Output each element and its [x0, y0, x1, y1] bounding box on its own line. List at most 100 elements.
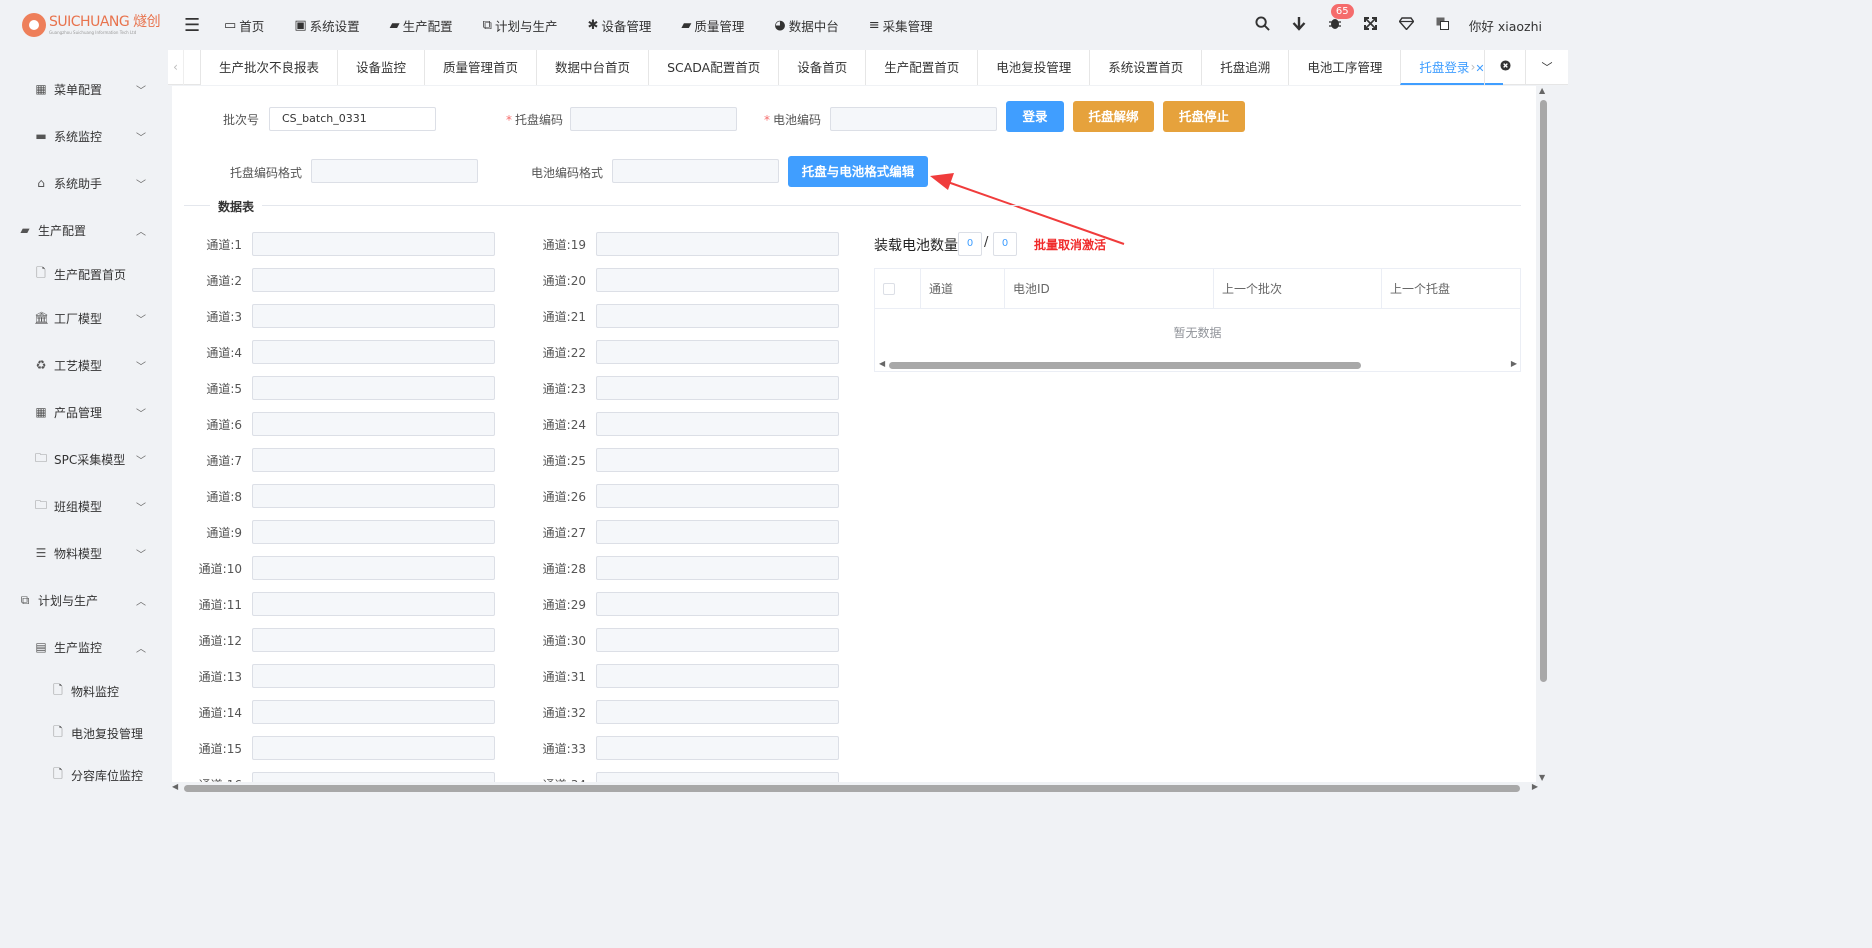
battery-format-input[interactable]: [612, 159, 779, 183]
batch-input[interactable]: CS_batch_0331: [269, 107, 436, 131]
channel-input[interactable]: [596, 700, 839, 724]
channel-input[interactable]: [252, 412, 495, 436]
topnav-item-data-platform[interactable]: ◕ 数据中台: [774, 16, 838, 35]
channel-input[interactable]: [596, 772, 839, 782]
tab-device-monitor[interactable]: 设备监控: [337, 50, 425, 85]
sidebar-item-product-management[interactable]: ▦ 产品管理 ﹀: [0, 402, 168, 422]
scroll-up-icon[interactable]: ▲: [1539, 86, 1545, 95]
topnav-item-plan-production[interactable]: ⧉ 计划与生产: [483, 16, 558, 35]
scroll-left-icon[interactable]: ◀: [879, 359, 885, 368]
topnav-item-system-settings[interactable]: ▣ 系统设置: [294, 16, 359, 35]
vertical-scrollbar-thumb[interactable]: [1540, 100, 1547, 682]
scroll-down-icon[interactable]: ▼: [1539, 773, 1545, 782]
page-vertical-scrollbar[interactable]: ▲ ▼: [1537, 86, 1551, 782]
channel-input[interactable]: [252, 628, 495, 652]
bug-notification-icon[interactable]: 65: [1317, 4, 1354, 34]
sidebar-item-capacity-location-monitor[interactable]: 🗋 分容库位监控: [0, 765, 168, 785]
channel-input[interactable]: [252, 448, 495, 472]
sidebar-item-material-model[interactable]: ☰ 物料模型 ﹀: [0, 543, 168, 563]
page-horizontal-scrollbar[interactable]: ◀ ▶: [168, 782, 1552, 794]
tab-production-config-home[interactable]: 生产配置首页: [865, 50, 978, 85]
tab-scroll-right-icon[interactable]: ›: [1465, 50, 1481, 85]
topnav-item-production-config[interactable]: ▰ 生产配置: [390, 16, 453, 35]
tab-battery-reinput[interactable]: 电池复投管理: [977, 50, 1090, 85]
brand-logo[interactable]: SUICHUANG 燧创 Guangzhou Suichuang Informa…: [0, 0, 168, 50]
channel-input[interactable]: [252, 232, 495, 256]
tray-format-input[interactable]: [311, 159, 478, 183]
tab-scroll-left-icon[interactable]: ‹: [168, 50, 184, 85]
batch-cancel-activation-link[interactable]: 批量取消激活: [1034, 236, 1106, 253]
sidebar-item-spc-model[interactable]: 🗀 SPC采集模型 ﹀: [0, 449, 168, 469]
scroll-right-icon[interactable]: ▶: [1532, 782, 1538, 791]
select-all-checkbox[interactable]: [883, 283, 895, 295]
channel-input[interactable]: [596, 520, 839, 544]
table-header-channel[interactable]: 通道: [921, 269, 1005, 309]
tray-unbind-button[interactable]: 托盘解绑: [1073, 101, 1154, 132]
channel-input[interactable]: [252, 664, 495, 688]
channel-input[interactable]: [252, 592, 495, 616]
tab-system-settings-home[interactable]: 系统设置首页: [1089, 50, 1202, 85]
sidebar-item-factory-model[interactable]: 🏛 工厂模型 ﹀: [0, 308, 168, 328]
channel-input[interactable]: [252, 520, 495, 544]
diamond-icon[interactable]: [1389, 16, 1425, 34]
hamburger-menu-icon[interactable]: ☰: [184, 15, 202, 36]
sidebar-item-system-monitor[interactable]: ▬ 系统监控 ﹀: [0, 126, 168, 146]
sidebar-item-production-config[interactable]: ▰ 生产配置 ︿: [0, 220, 168, 240]
login-button[interactable]: 登录: [1006, 101, 1064, 132]
user-greeting[interactable]: 你好 xiaozhi: [1469, 16, 1542, 35]
sidebar-item-production-config-home[interactable]: 🗋 生产配置首页: [0, 264, 168, 284]
sidebar-item-material-monitor[interactable]: 🗋 物料监控: [0, 681, 168, 701]
channel-input[interactable]: [252, 376, 495, 400]
scroll-right-icon[interactable]: ▶: [1511, 359, 1517, 368]
tray-code-input[interactable]: [570, 107, 737, 131]
channel-input[interactable]: [596, 412, 839, 436]
channel-input[interactable]: [596, 628, 839, 652]
channel-input[interactable]: [596, 232, 839, 256]
sidebar-item-system-assistant[interactable]: ⌂ 系统助手 ﹀: [0, 173, 168, 193]
sidebar-item-menu-config[interactable]: ▦ 菜单配置 ﹀: [0, 79, 168, 99]
sidebar-item-battery-reinput[interactable]: 🗋 电池复投管理: [0, 723, 168, 743]
download-icon[interactable]: [1281, 16, 1317, 35]
channel-input[interactable]: [596, 664, 839, 688]
format-edit-button[interactable]: 托盘与电池格式编辑: [788, 156, 928, 187]
search-icon[interactable]: [1245, 15, 1281, 35]
channel-input[interactable]: [596, 268, 839, 292]
tab-data-platform-home[interactable]: 数据中台首页: [536, 50, 649, 85]
channel-input[interactable]: [596, 556, 839, 580]
topnav-item-quality-management[interactable]: ▰ 质量管理: [681, 16, 744, 35]
channel-input[interactable]: [596, 376, 839, 400]
horizontal-scrollbar-thumb[interactable]: [184, 785, 1520, 792]
channel-input[interactable]: [596, 484, 839, 508]
tray-stop-button[interactable]: 托盘停止: [1163, 101, 1245, 132]
topnav-item-collection-management[interactable]: ≡ 采集管理: [869, 16, 933, 35]
sidebar-item-team-model[interactable]: 🗀 班组模型 ﹀: [0, 496, 168, 516]
close-all-tabs-icon[interactable]: [1484, 50, 1526, 85]
battery-code-input[interactable]: [830, 107, 997, 131]
fullscreen-icon[interactable]: [1353, 16, 1389, 34]
channel-input[interactable]: [252, 700, 495, 724]
tab-defect-report[interactable]: 生产批次不良报表: [200, 50, 338, 85]
table-header-prev-tray[interactable]: 上一个托盘: [1382, 269, 1520, 309]
channel-input[interactable]: [596, 304, 839, 328]
channel-input[interactable]: [596, 340, 839, 364]
channel-input[interactable]: [252, 736, 495, 760]
channel-input[interactable]: [252, 556, 495, 580]
channel-input[interactable]: [252, 340, 495, 364]
tab-quality-home[interactable]: 质量管理首页: [424, 50, 537, 85]
channel-input[interactable]: [596, 592, 839, 616]
table-header-prev-batch[interactable]: 上一个批次: [1214, 269, 1382, 309]
channel-input[interactable]: [596, 448, 839, 472]
scrollbar-thumb[interactable]: [889, 362, 1361, 369]
sidebar-item-process-model[interactable]: ♻ 工艺模型 ﹀: [0, 355, 168, 375]
topnav-item-device-management[interactable]: ✱ 设备管理: [587, 16, 651, 35]
table-horizontal-scrollbar[interactable]: ◀ ▶: [875, 359, 1520, 371]
sidebar-item-production-monitor[interactable]: ▤ 生产监控 ︿: [0, 637, 168, 657]
channel-input[interactable]: [252, 772, 495, 782]
scroll-left-icon[interactable]: ◀: [172, 782, 178, 791]
tab-tray-trace[interactable]: 托盘追溯: [1201, 50, 1289, 85]
table-header-battery-id[interactable]: 电池ID: [1005, 269, 1214, 309]
channel-input[interactable]: [252, 268, 495, 292]
channel-input[interactable]: [252, 304, 495, 328]
tab-scada-home[interactable]: SCADA配置首页: [648, 50, 779, 85]
language-icon[interactable]: [1425, 16, 1461, 34]
